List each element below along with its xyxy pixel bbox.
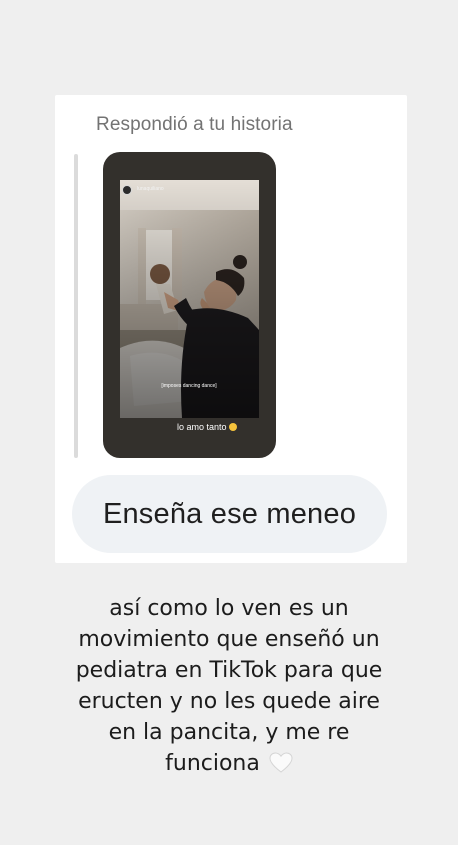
reply-indicator-bar [74,154,78,458]
story-caption: lo amo tanto [177,422,237,432]
story-text: así como lo ven es un movimiento que ens… [40,593,418,779]
story-username: lunaquiliano [137,186,164,192]
story-text-line: pediatra en TikTok para que [75,658,383,683]
message-bubble[interactable]: Enseña ese meneo [72,475,387,553]
story-text-last-line: funciona [40,748,418,779]
story-avatar [122,185,132,195]
white-heart-icon [269,751,293,773]
smiling-face-icon [228,423,237,431]
story-text-line: eructen y no les quede aire [78,689,380,714]
message-text: Enseña ese meneo [102,497,357,530]
story-preview-thumbnail[interactable] [103,152,276,458]
story-overlay-text: [imposes dancing dance] [161,383,217,389]
story-text-line: así como lo ven es un [109,596,349,621]
story-text-line: en la pancita, y me re [108,720,350,745]
story-text-line: funciona [165,751,260,776]
story-text-line: movimiento que enseñó un [78,627,380,652]
reply-header: Respondió a tu historia [96,114,293,135]
story-caption-text: lo amo tanto [177,422,227,432]
